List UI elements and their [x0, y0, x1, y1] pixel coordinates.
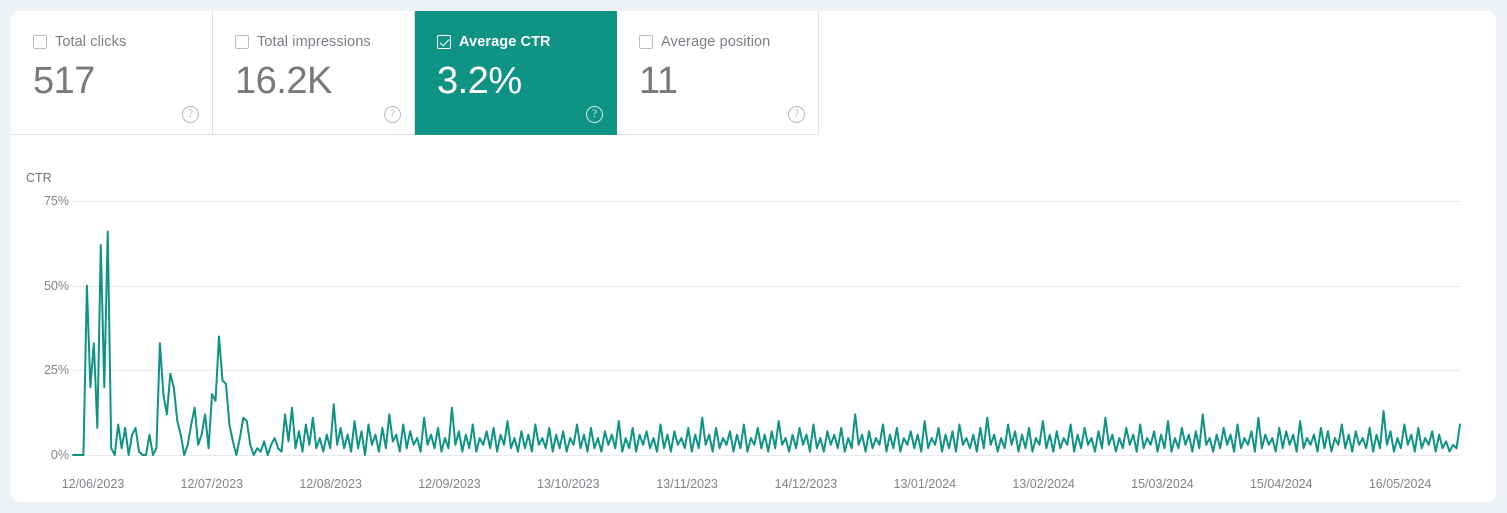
ctr-polyline — [72, 230, 1461, 456]
metric-card-total-clicks[interactable]: Total clicks 517? — [11, 11, 213, 135]
metric-value-average-position: 11 — [639, 60, 678, 102]
x-axis-tick-label: 15/04/2024 — [1249, 477, 1313, 491]
x-axis-tick-label: 12/09/2023 — [418, 477, 481, 491]
checkbox-checked-icon[interactable] — [437, 35, 451, 49]
ctr-line-series — [72, 230, 1461, 456]
checkbox-unchecked-icon[interactable] — [33, 35, 47, 49]
chart-y-axis-title: CTR — [26, 171, 52, 185]
x-axis-tick-label: 13/10/2023 — [537, 477, 600, 491]
y-axis-tick-label: 0% — [50, 448, 69, 462]
metric-label-average-position: Average position — [661, 34, 771, 50]
help-icon-total-impressions[interactable]: ? — [384, 106, 401, 123]
metric-header-total-impressions: Total impressions — [235, 33, 414, 51]
metric-label-total-clicks: Total clicks — [55, 34, 127, 50]
performance-chart: CTR 75% 50% 25% 0% 12/06/2023 12/07/2023 12/0… — [11, 135, 1496, 502]
metric-card-total-impressions[interactable]: Total impressions 16.2K? — [213, 11, 415, 135]
x-axis-tick-label: 14/12/2023 — [774, 477, 838, 491]
x-axis-tick-label: 12/07/2023 — [180, 477, 244, 491]
x-axis-tick-label: 13/01/2024 — [893, 477, 957, 491]
metric-value-total-clicks: 517 — [33, 60, 95, 102]
x-axis-tick-label: 16/05/2024 — [1368, 477, 1432, 491]
metric-value-average-ctr: 3.2% — [437, 60, 522, 102]
help-icon-total-clicks[interactable]: ? — [182, 106, 199, 123]
help-icon-average-ctr[interactable]: ? — [586, 106, 603, 123]
x-axis-tick-label: 13/11/2023 — [656, 477, 718, 491]
x-axis-tick-label: 15/03/2024 — [1131, 477, 1194, 491]
help-icon-average-position[interactable]: ? — [788, 106, 805, 123]
metric-cards-row: Total clicks 517? Total impressions 16.2K? A… — [11, 11, 819, 135]
metric-header-total-clicks: Total clicks — [33, 33, 212, 51]
metric-header-average-position: Average position — [639, 33, 818, 51]
performance-panel: Total clicks 517? Total impressions 16.2K? A… — [11, 11, 1496, 502]
x-axis-tick-label: 12/08/2023 — [299, 477, 362, 491]
x-axis-tick-label: 12/06/2023 — [61, 477, 125, 491]
checkbox-unchecked-icon[interactable] — [235, 35, 249, 49]
metric-label-total-impressions: Total impressions — [257, 34, 371, 50]
y-axis-tick-label: 25% — [43, 363, 69, 378]
checkbox-unchecked-icon[interactable] — [639, 35, 653, 49]
chart-plot-area — [72, 135, 1461, 502]
metric-card-average-ctr[interactable]: Average CTR 3.2%? — [415, 11, 617, 135]
metric-label-average-ctr: Average CTR — [459, 34, 551, 50]
metric-value-total-impressions: 16.2K — [235, 60, 332, 102]
y-axis-tick-label: 50% — [43, 278, 69, 293]
metric-card-average-position[interactable]: Average position 11? — [617, 11, 819, 135]
y-axis-tick-label: 75% — [43, 194, 69, 208]
x-axis-tick-label: 13/02/2024 — [1012, 477, 1075, 491]
performance-page: Total clicks 517? Total impressions 16.2K? A… — [0, 0, 1507, 513]
metric-header-average-ctr: Average CTR — [437, 33, 616, 51]
